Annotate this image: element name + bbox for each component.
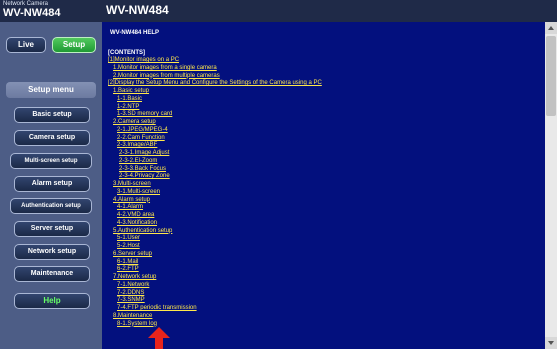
toc-link[interactable]: 3.Multi-screen bbox=[113, 181, 151, 188]
help-button[interactable]: Help bbox=[14, 293, 90, 309]
toc-link[interactable]: 5.Authentication setup bbox=[113, 228, 172, 235]
toc-link[interactable]: 2-3-1.Image Adjust bbox=[119, 150, 169, 157]
toc-link[interactable]: 4-3.Notification bbox=[117, 220, 157, 227]
toc-link[interactable]: 2-3.Image/ABF bbox=[117, 142, 157, 149]
toc-link[interactable]: 7.Network setup bbox=[113, 274, 156, 281]
sidebar-item-alarm-setup[interactable]: Alarm setup bbox=[14, 176, 90, 192]
sidebar-item-server-setup[interactable]: Server setup bbox=[14, 221, 90, 237]
toc-link[interactable]: 1-2.NTP bbox=[117, 104, 139, 111]
brand-model: WV-NW484 bbox=[3, 7, 61, 19]
red-arrow-cursor-icon bbox=[148, 327, 170, 349]
scroll-down-arrow-icon bbox=[548, 341, 554, 345]
sidebar-item-camera-setup[interactable]: Camera setup bbox=[14, 130, 90, 146]
toc-link[interactable]: 8.Maintenance bbox=[113, 313, 152, 320]
toc-link[interactable]: [1]Monitor images on a PC bbox=[108, 57, 179, 64]
page-title: WV-NW484 bbox=[106, 3, 169, 17]
help-title: WV-NW484 HELP bbox=[110, 30, 160, 36]
toc-link[interactable]: 2-2.Cam Function bbox=[117, 135, 165, 142]
toc-link[interactable]: [2]Display the Setup Menu and Configure … bbox=[108, 80, 322, 87]
toc-link[interactable]: 2.Camera setup bbox=[113, 119, 156, 126]
sidebar-item-maintenance[interactable]: Maintenance bbox=[14, 266, 90, 282]
setup-button[interactable]: Setup bbox=[52, 37, 96, 53]
contents-heading: [CONTENTS] bbox=[108, 50, 145, 56]
toc-link[interactable]: 1-1.Basic bbox=[117, 96, 142, 103]
live-button[interactable]: Live bbox=[6, 37, 46, 53]
toc-link[interactable]: 2-3-3.Back Focus bbox=[119, 166, 166, 173]
sidebar-item-authentication-setup[interactable]: Authentication setup bbox=[10, 198, 92, 214]
toc-link[interactable]: 4.Alarm setup bbox=[113, 197, 150, 204]
header-bar: Network Camera WV-NW484 WV-NW484 bbox=[0, 0, 557, 22]
toc-link[interactable]: 6-2.FTP bbox=[117, 266, 139, 273]
toc-link[interactable]: 6-1.Mail bbox=[117, 259, 138, 266]
toc-link[interactable]: 7-4.FTP periodic transmission bbox=[117, 305, 197, 312]
toc-link[interactable]: 4-2.VMD area bbox=[117, 212, 154, 219]
help-content-panel: WV-NW484 HELP [CONTENTS] [1]Monitor imag… bbox=[102, 22, 557, 349]
toc-link[interactable]: 2-3-4.Privacy Zone bbox=[119, 173, 170, 180]
toc-link[interactable]: 1.Basic setup bbox=[113, 88, 149, 95]
toc-link[interactable]: 2-1.JPEG/MPEG-4 bbox=[117, 127, 168, 134]
toc-link[interactable]: 7-3.SNMP bbox=[117, 297, 145, 304]
vertical-scrollbar[interactable] bbox=[545, 22, 557, 349]
scroll-thumb[interactable] bbox=[546, 36, 556, 116]
toc-link[interactable]: 2-3-2.El-Zoom bbox=[119, 158, 157, 165]
scroll-down-button[interactable] bbox=[545, 337, 557, 349]
sidebar-item-multi-screen-setup[interactable]: Multi-screen setup bbox=[10, 153, 92, 169]
toc-link[interactable]: 3-1.Multi-screen bbox=[117, 189, 160, 196]
toc-link[interactable]: 6.Server setup bbox=[113, 251, 152, 258]
sidebar-item-basic-setup[interactable]: Basic setup bbox=[14, 107, 90, 123]
scroll-up-arrow-icon bbox=[548, 26, 554, 30]
scroll-up-button[interactable] bbox=[545, 22, 557, 34]
setup-menu-label: Setup menu bbox=[6, 82, 96, 98]
toc-link[interactable]: 2.Monitor images from multiple cameras bbox=[113, 73, 220, 80]
sidebar-item-network-setup[interactable]: Network setup bbox=[14, 244, 90, 260]
toc-link[interactable]: 4-1.Alarm bbox=[117, 204, 143, 211]
toc-link[interactable]: 1-3.SD memory card bbox=[117, 111, 172, 118]
toc-link[interactable]: 7-2.DDNS bbox=[117, 290, 144, 297]
toc-link[interactable]: 5-1.User bbox=[117, 235, 140, 242]
toc-link[interactable]: 5-2.Host bbox=[117, 243, 140, 250]
toc-link[interactable]: 1.Monitor images from a single camera bbox=[113, 65, 217, 72]
toc-link[interactable]: 7-1.Network bbox=[117, 282, 149, 289]
